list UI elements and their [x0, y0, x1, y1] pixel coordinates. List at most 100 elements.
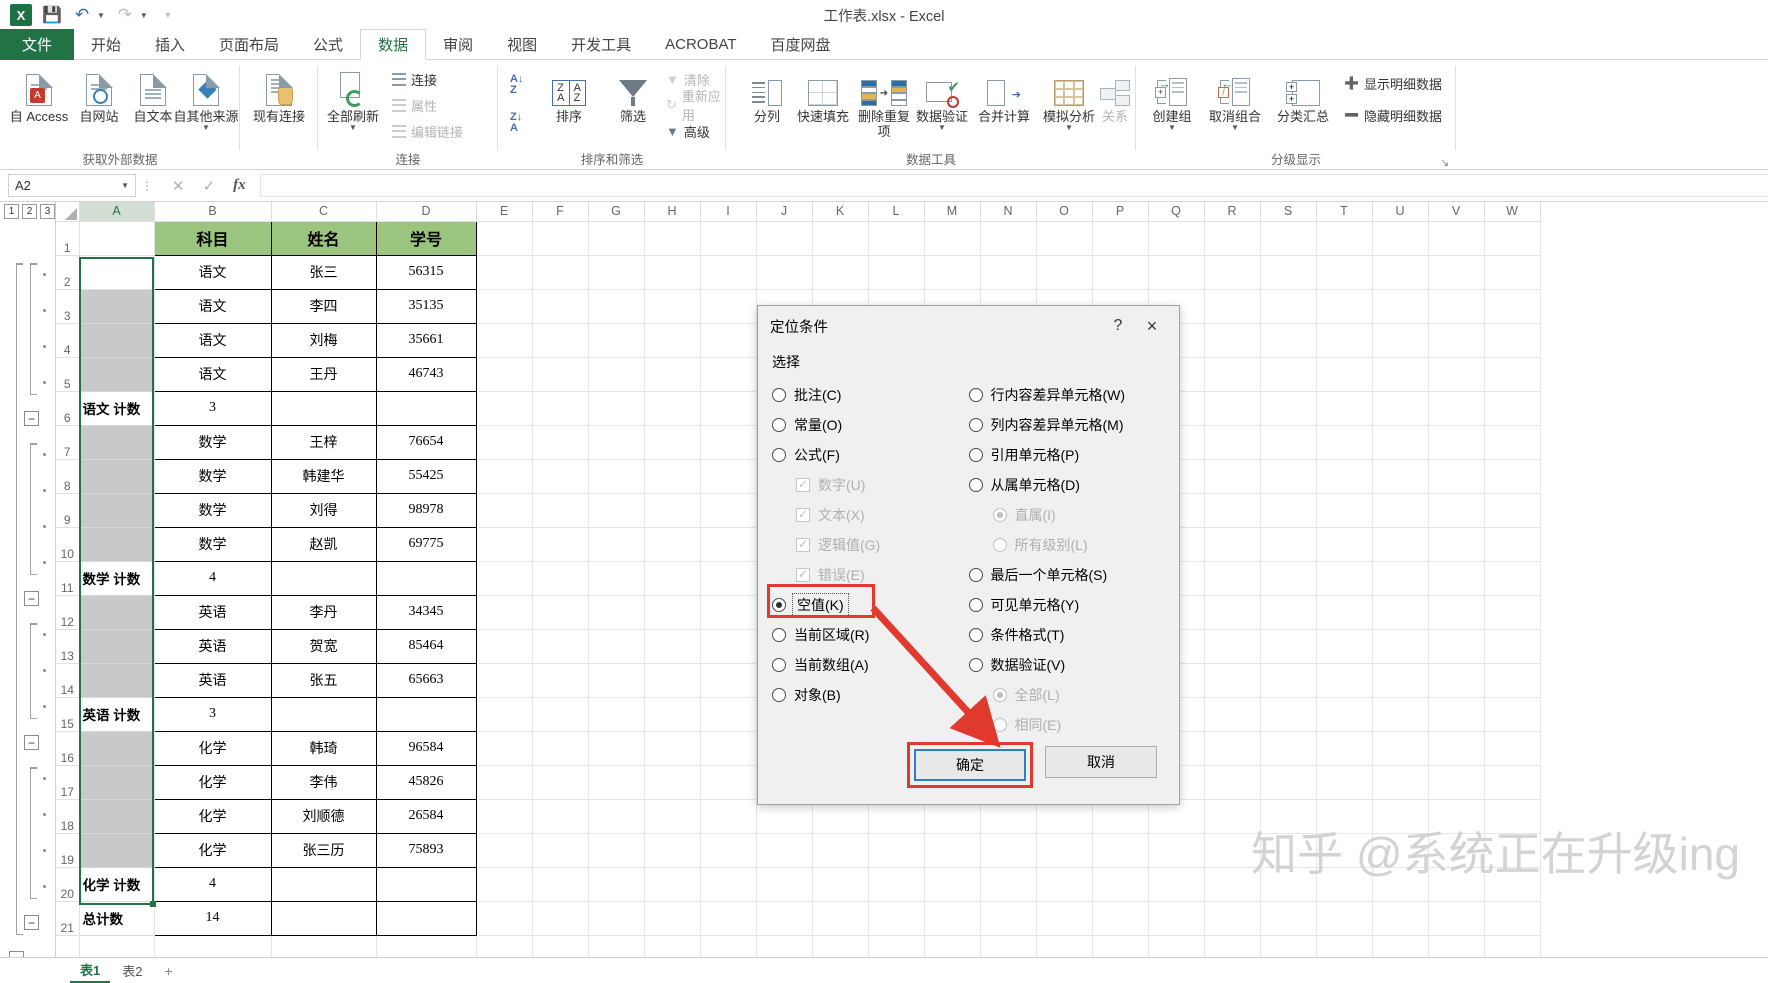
cell-J1[interactable] [755, 220, 813, 256]
cell-A17[interactable] [78, 764, 155, 800]
chevron-down-icon[interactable]: ▼ [1168, 124, 1176, 132]
row-header-14[interactable]: 14 [56, 663, 80, 698]
cell-R6[interactable] [1203, 390, 1261, 426]
cell-A6[interactable]: 语文 计数 [78, 390, 155, 426]
cell-T5[interactable] [1315, 356, 1373, 392]
cell-I20[interactable] [699, 866, 757, 902]
cell-D11[interactable] [375, 560, 477, 596]
dialog-option-left-0[interactable]: 批注(C) [772, 380, 969, 410]
cell-G10[interactable] [587, 526, 645, 562]
cell-Q21[interactable] [1147, 900, 1205, 936]
cell-C11[interactable] [270, 560, 377, 596]
cell-C9[interactable]: 刘得 [270, 492, 377, 528]
cell-Q20[interactable] [1147, 866, 1205, 902]
column-header-S[interactable]: S [1260, 202, 1317, 222]
column-header-Q[interactable]: Q [1148, 202, 1205, 222]
ribbon-button-remove-duplicates[interactable]: ➔ 删除重复项 [856, 64, 912, 139]
cell-S14[interactable] [1259, 662, 1317, 698]
dialog-option-right-6[interactable]: 最后一个单元格(S) [968, 560, 1166, 590]
cell-F19[interactable] [531, 832, 589, 868]
cell-D5[interactable]: 46743 [375, 356, 477, 392]
cell-K20[interactable] [811, 866, 869, 902]
cell-S5[interactable] [1259, 356, 1317, 392]
column-header-D[interactable]: D [376, 202, 477, 222]
row-header-8[interactable]: 8 [56, 459, 80, 494]
cell-C18[interactable]: 刘顺德 [270, 798, 377, 834]
cell-W1[interactable] [1483, 220, 1541, 256]
row-header-18[interactable]: 18 [56, 799, 80, 834]
cell-U3[interactable] [1371, 288, 1429, 324]
cell-P2[interactable] [1091, 254, 1149, 290]
cell-S1[interactable] [1259, 220, 1317, 256]
cell-A20[interactable]: 化学 计数 [78, 866, 155, 902]
cell-V4[interactable] [1427, 322, 1485, 358]
cell-W5[interactable] [1483, 356, 1541, 392]
outline-level-1[interactable]: 1 [4, 204, 19, 219]
ribbon-tab-8[interactable]: ACROBAT [648, 29, 753, 60]
cell-O19[interactable] [1035, 832, 1093, 868]
outline-collapse-button[interactable]: − [24, 915, 39, 930]
outline-level-3[interactable]: 3 [40, 204, 55, 219]
cell-W17[interactable] [1483, 764, 1541, 800]
cell-K1[interactable] [811, 220, 869, 256]
cell-W6[interactable] [1483, 390, 1541, 426]
cell-V22[interactable] [1427, 934, 1485, 959]
cell-E3[interactable] [475, 288, 533, 324]
ribbon-button-group[interactable]: → + 创建组 ▼ [1146, 64, 1198, 132]
cell-C12[interactable]: 李丹 [270, 594, 377, 630]
cell-C7[interactable]: 王梓 [270, 424, 377, 460]
cell-R17[interactable] [1203, 764, 1261, 800]
ribbon-button-from-web[interactable]: 自网站 [68, 64, 130, 124]
cell-D2[interactable]: 56315 [375, 254, 477, 290]
row-header-1[interactable]: 1 [56, 221, 80, 256]
cell-W9[interactable] [1483, 492, 1541, 528]
dialog-option-right-9[interactable]: 数据验证(V) [968, 650, 1166, 680]
cell-R4[interactable] [1203, 322, 1261, 358]
cell-V2[interactable] [1427, 254, 1485, 290]
ribbon-button-filter[interactable]: 筛选 [602, 64, 664, 124]
sheet-tab-1[interactable]: 表2 [112, 959, 152, 982]
outline-level-2[interactable]: 2 [22, 204, 37, 219]
cell-W8[interactable] [1483, 458, 1541, 494]
dialog-option-right-8[interactable]: 条件格式(T) [968, 620, 1166, 650]
row-header-7[interactable]: 7 [56, 425, 80, 460]
column-header-M[interactable]: M [924, 202, 981, 222]
cell-V11[interactable] [1427, 560, 1485, 596]
cell-D1[interactable]: 学号 [375, 220, 477, 256]
cell-H15[interactable] [643, 696, 701, 732]
cell-U13[interactable] [1371, 628, 1429, 664]
cell-H12[interactable] [643, 594, 701, 630]
cell-F2[interactable] [531, 254, 589, 290]
cell-L2[interactable] [867, 254, 925, 290]
cell-J22[interactable] [755, 934, 813, 959]
cell-B7[interactable]: 数学 [153, 424, 272, 460]
row-header-9[interactable]: 9 [56, 493, 80, 528]
cell-B14[interactable]: 英语 [153, 662, 272, 698]
sort-za-button[interactable]: Z↓ A [510, 112, 532, 138]
cell-G12[interactable] [587, 594, 645, 630]
cell-H8[interactable] [643, 458, 701, 494]
cell-U17[interactable] [1371, 764, 1429, 800]
radio-icon[interactable] [772, 418, 786, 432]
dialog-option-left-2[interactable]: 公式(F) [772, 440, 969, 470]
cell-B8[interactable]: 数学 [153, 458, 272, 494]
dialog-option-right-1[interactable]: 列内容差异单元格(M) [968, 410, 1166, 440]
cell-G9[interactable] [587, 492, 645, 528]
formula-input[interactable] [259, 174, 1768, 197]
cell-Q22[interactable] [1147, 934, 1205, 959]
column-header-G[interactable]: G [588, 202, 645, 222]
column-header-E[interactable]: E [476, 202, 533, 222]
radio-icon[interactable] [968, 478, 983, 492]
cell-L22[interactable] [867, 934, 925, 959]
dialog-option-left-1[interactable]: 常量(O) [772, 410, 969, 440]
cell-V6[interactable] [1427, 390, 1485, 426]
cell-C1[interactable]: 姓名 [270, 220, 377, 256]
cell-S6[interactable] [1259, 390, 1317, 426]
column-header-U[interactable]: U [1372, 202, 1429, 222]
formula-bar-handle[interactable]: ⋮ [136, 179, 158, 193]
cell-C19[interactable]: 张三历 [270, 832, 377, 868]
sheet-tab-0[interactable]: 表1 [70, 958, 111, 983]
cell-C16[interactable]: 韩琦 [270, 730, 377, 766]
cell-A7[interactable] [78, 424, 155, 460]
cell-D20[interactable] [375, 866, 477, 902]
